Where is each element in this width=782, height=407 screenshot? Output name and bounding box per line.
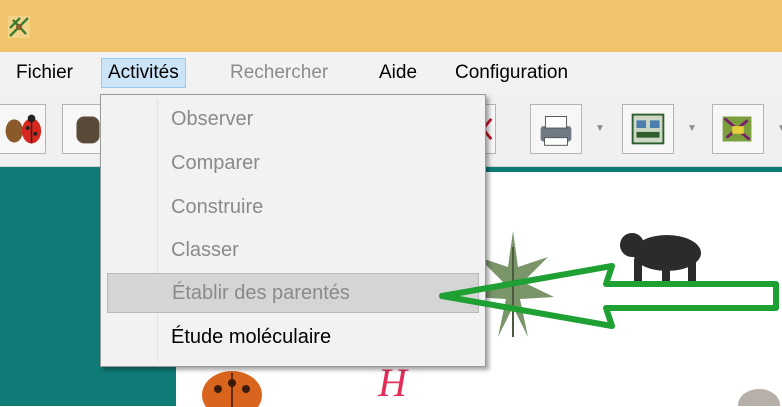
menu-item-etude-moleculaire[interactable]: Étude moléculaire <box>107 317 479 357</box>
activites-dropdown-menu: Observer Comparer Construire Classer Éta… <box>100 94 486 367</box>
toolbar-button-tree[interactable] <box>712 104 764 154</box>
tree-icon <box>722 116 752 142</box>
menu-item-etablir-des-parentes[interactable]: Établir des parentés <box>107 273 479 313</box>
menu-aide[interactable]: Aide <box>373 58 423 88</box>
menu-rechercher[interactable]: Rechercher <box>224 58 334 88</box>
letter-label: H <box>378 360 407 405</box>
toolbar-button-ladybug[interactable] <box>0 104 46 154</box>
menu-configuration[interactable]: Configuration <box>449 58 574 88</box>
card-icon <box>631 113 665 145</box>
annotation-arrow-icon <box>439 263 779 329</box>
menu-activites[interactable]: Activités <box>101 58 186 88</box>
app-icon[interactable] <box>8 16 30 38</box>
ladybug-picture <box>202 371 262 407</box>
shell-picture <box>738 389 780 406</box>
menu-item-observer[interactable]: Observer <box>107 99 479 139</box>
menu-bar: Fichier Activités Rechercher Aide Config… <box>0 52 782 95</box>
toolbar-button-print[interactable] <box>530 104 582 154</box>
menu-fichier[interactable]: Fichier <box>10 58 79 88</box>
title-bar <box>0 0 782 52</box>
menu-item-classer[interactable]: Classer <box>107 230 479 270</box>
ladybug-icon <box>5 114 42 144</box>
cards-dropdown-chevron-down-icon[interactable]: ▼ <box>686 122 698 136</box>
print-dropdown-chevron-down-icon[interactable]: ▼ <box>594 122 606 136</box>
printer-icon <box>540 116 572 146</box>
tree-dropdown-chevron-down-icon[interactable]: ▼ <box>776 122 782 136</box>
toolbar-button-cards[interactable] <box>622 104 674 154</box>
menu-item-comparer[interactable]: Comparer <box>107 143 479 183</box>
menu-item-construire[interactable]: Construire <box>107 187 479 227</box>
